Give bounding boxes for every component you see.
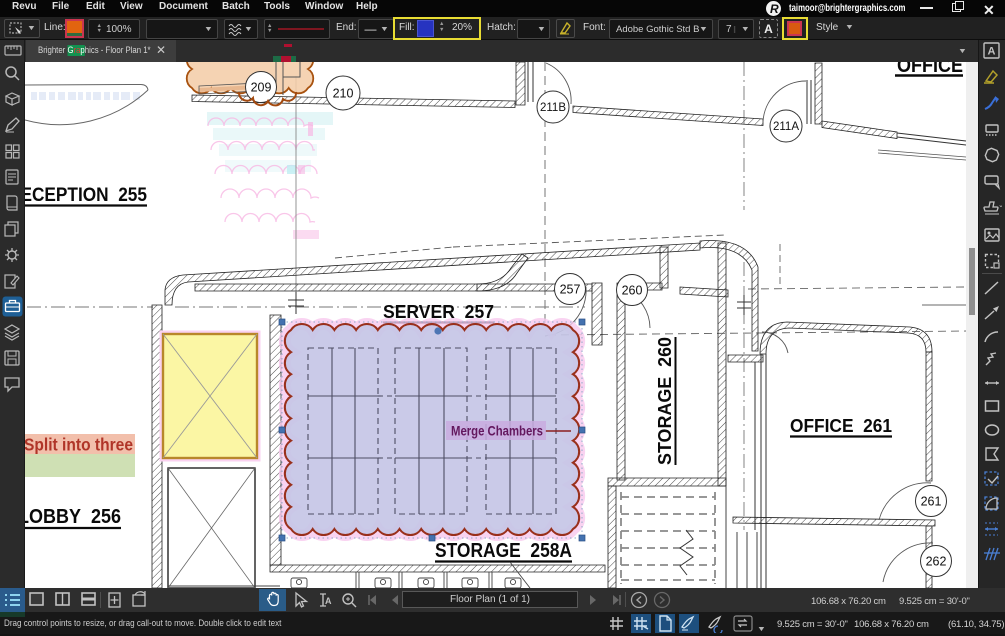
svg-text:RECEPTION 255: RECEPTION 255 — [25, 184, 147, 206]
svg-text:261: 261 — [921, 495, 942, 509]
svg-text:211B: 211B — [540, 102, 566, 114]
svg-text:STORAGE 260: STORAGE 260 — [655, 337, 675, 465]
svg-text:A: A — [988, 46, 996, 58]
svg-text:210: 210 — [333, 87, 354, 101]
svg-text:211A: 211A — [773, 121, 799, 133]
svg-text:STORAGE 258A: STORAGE 258A — [435, 540, 572, 562]
svg-text:260: 260 — [622, 284, 643, 298]
svg-text:A: A — [325, 596, 332, 606]
svg-text:257: 257 — [560, 283, 581, 297]
svg-text:262: 262 — [926, 555, 947, 569]
svg-text:⌄: ⌄ — [998, 202, 1002, 209]
svg-text:209: 209 — [251, 81, 272, 95]
svg-text:OFFICE 261: OFFICE 261 — [790, 416, 892, 436]
svg-text:LOBBY 256: LOBBY 256 — [25, 506, 121, 528]
svg-text:Split into three: Split into three — [25, 435, 133, 455]
svg-text:Merge Chambers: Merge Chambers — [451, 424, 543, 439]
